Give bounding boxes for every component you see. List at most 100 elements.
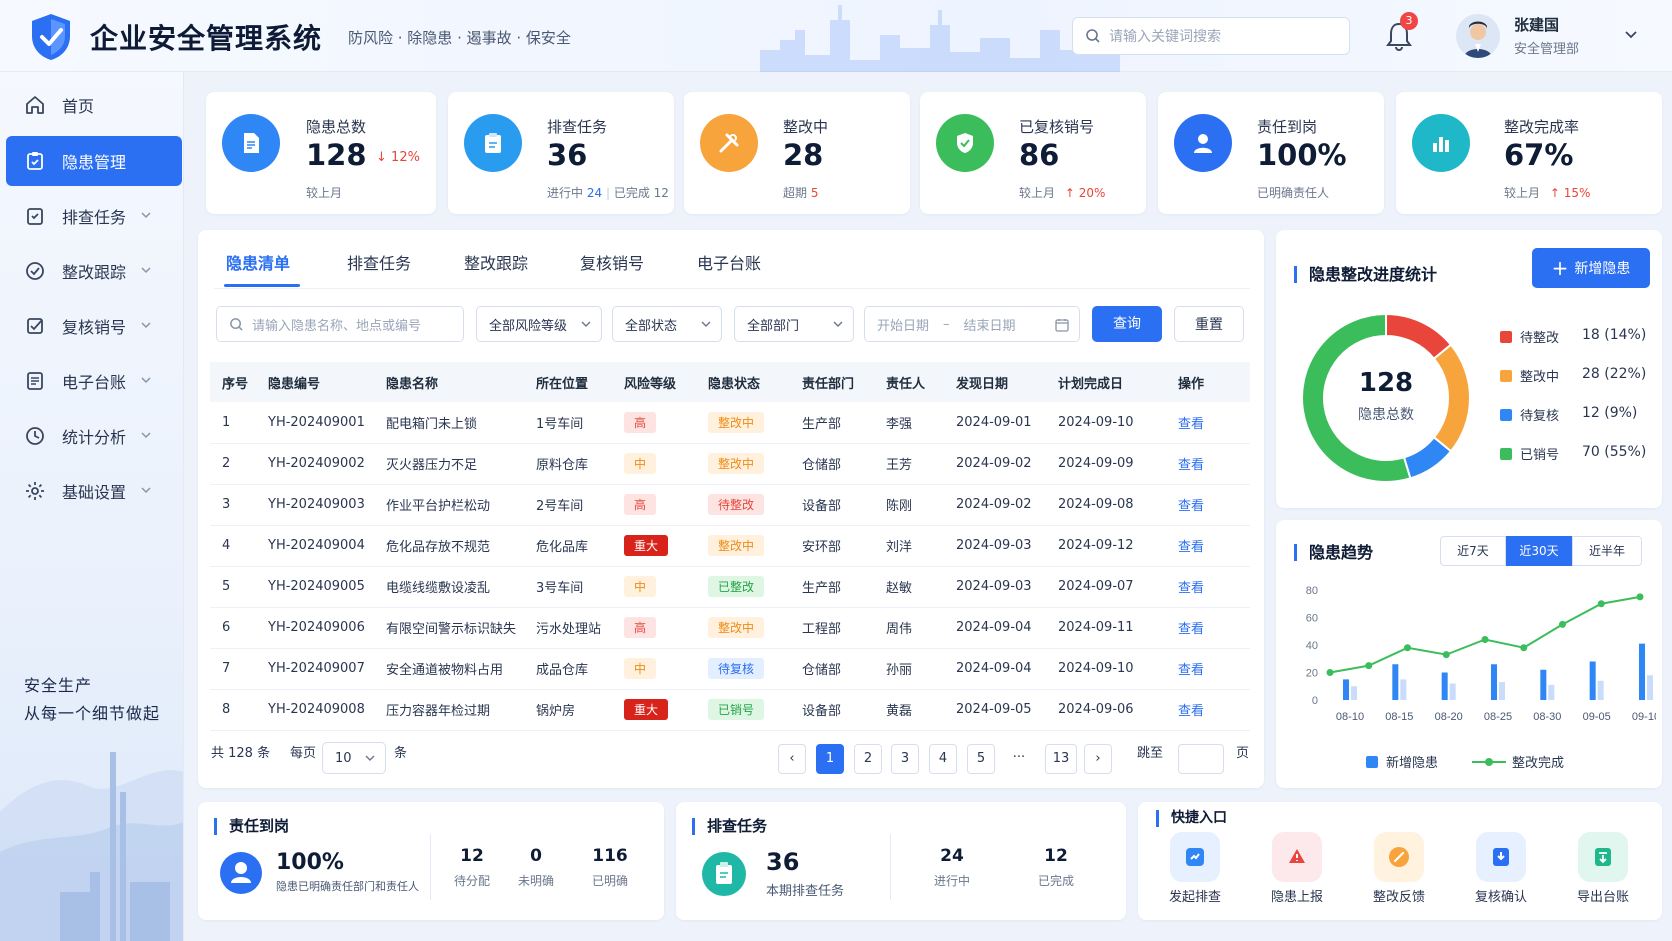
stat-card-total-hazards[interactable]: 隐患总数 128 ↓ 12% 较上月 [206,92,436,214]
next-page-button[interactable]: › [1084,744,1112,774]
range-30d-button[interactable]: 近30天 [1506,536,1572,566]
sidebar-item-rectification-tracking[interactable]: 整改跟踪 [6,246,182,296]
gear-icon [26,482,44,500]
risk-level-tag: 高 [624,617,657,638]
range-7d-button[interactable]: 近7天 [1440,536,1506,566]
trend-chart: 0 20 40 60 80 08-10 08-15 08-20 08-25 08-30 09-05 0… [1306,585,1656,723]
divider [430,834,431,900]
table-row[interactable]: 6 YH-202409006 有限空间警示标识缺失 污水处理站高整改中 工程部 周伟 202… [210,607,1250,649]
end-date-placeholder: 结束日期 [963,318,1016,334]
table-cell-status: 整改中 [696,525,790,567]
page-button[interactable]: 3 [891,744,919,774]
stat-sub-label: 进行中 [547,186,584,200]
view-link[interactable]: 查看 [1178,499,1204,514]
bar-new-hazard-secondary [1449,683,1456,700]
y-tick-label: 80 [1306,585,1318,597]
sidebar-item-electronic-ledger[interactable]: 电子台账 [6,356,182,406]
sidebar-item-review-closure[interactable]: 复核销号 [6,301,182,351]
page-button[interactable]: 4 [929,744,957,774]
view-link[interactable]: 查看 [1178,417,1204,432]
bar-new-hazard [1491,664,1497,700]
per-page-select[interactable]: 10 [322,742,386,774]
page-button[interactable]: 13 [1045,744,1077,774]
table-cell-no: 3 [210,484,256,526]
stat-card-duty-assigned[interactable]: 责任到岗 100% 已明确责任人 [1158,92,1384,214]
quick-start-inspection-button[interactable] [1170,832,1220,882]
x-tick-label: 08-20 [1435,711,1463,723]
view-link[interactable]: 查看 [1178,581,1204,596]
quick-feedback-button[interactable] [1374,832,1424,882]
stat-sub: 超期 5 [783,184,818,201]
view-link[interactable]: 查看 [1178,704,1204,719]
table-row[interactable]: 7 YH-202409007 安全通道被物料占用 成品仓库中待复核 仓储部 孙丽 2024-… [210,648,1250,690]
status-select[interactable]: 全部状态 [612,306,722,342]
department-select[interactable]: 全部部门 [734,306,854,342]
table-cell-status: 整改中 [696,443,790,485]
duty-value: 100% [276,850,344,875]
progress-donut-chart [1301,312,1471,483]
global-search-input[interactable]: 请输入关键词搜索 [1072,17,1350,55]
table-cell-due: 2024-09-07 [1046,566,1166,608]
page-button[interactable]: 5 [967,744,995,774]
table-row[interactable]: 8 YH-202409008 压力容器年检过期 锅炉房 重大 已销号 设备部 黄磊 2024-0… [210,689,1250,731]
table-row[interactable]: 3 YH-202409003 作业平台护栏松动 2号车间高待整改 设备部 陈刚 2024-0… [210,484,1250,526]
sidebar-item-home[interactable]: 首页 [6,80,182,130]
donut-center-value: 128 [1358,368,1414,398]
table-cell-status: 整改中 [696,607,790,649]
view-link[interactable]: 查看 [1178,540,1204,555]
sidebar-item-label: 电子台账 [62,373,127,392]
user-avatar[interactable] [1456,14,1500,58]
tab-inspection-tasks[interactable]: 排查任务 [347,250,411,274]
risk-level-tag: 高 [624,411,657,433]
tab-hazard-list[interactable]: 隐患清单 [226,250,290,274]
sidebar-item-hazard-management[interactable]: 隐患管理 [6,136,182,186]
tab-rectification-tracking[interactable]: 整改跟踪 [464,250,528,274]
chevron-down-icon[interactable] [1624,28,1638,42]
duty-stat-label: 未明确 [517,874,554,888]
inspection-value: 36 [766,848,800,876]
page-button[interactable]: 2 [854,744,882,774]
stat-change: ↓ 12% [376,150,420,165]
tab-electronic-ledger[interactable]: 电子台账 [697,250,761,274]
quick-report-hazard-button[interactable] [1272,832,1322,882]
home-icon [26,96,44,114]
add-hazard-button[interactable]: + 新增隐患 [1532,248,1650,288]
x-tick-label: 09-10 [1632,711,1656,723]
stat-value: 28 [783,138,824,172]
date-range-picker[interactable]: 开始日期 – 结束日期 [864,306,1080,342]
prev-page-button[interactable]: ‹ [778,744,806,774]
view-link[interactable]: 查看 [1178,663,1204,678]
query-button[interactable]: 查询 [1092,306,1162,342]
view-link[interactable]: 查看 [1178,622,1204,637]
status-tag: 待复核 [708,658,765,679]
page-unit-label: 页 [1236,746,1250,761]
table-row[interactable]: 4 YH-202409004 危化品存放不规范 危化品库 重大 整改中 安环部 刘洋 2024-… [210,525,1250,567]
sidebar-item-basic-settings[interactable]: 基础设置 [6,466,182,516]
view-link[interactable]: 查看 [1178,458,1204,473]
quick-review-confirm-button[interactable] [1476,832,1526,882]
range-half-year-button[interactable]: 近半年 [1572,536,1642,566]
sidebar-item-label: 统计分析 [62,428,127,447]
table-row[interactable]: 5 YH-202409005 电缆线缆敷设凌乱 3号车间中已整改 生产部 赵敏 2024-0… [210,566,1250,608]
page-button[interactable]: 1 [816,744,844,774]
stat-icon-bg [464,114,522,172]
stat-card-closed[interactable]: 已复核销号 86 较上月 ↑ 20% [920,92,1146,214]
stat-card-rectifying[interactable]: 整改中 28 超期 5 [684,92,910,214]
table-row[interactable]: 1 YH-202409001 配电箱门未上锁 1号车间高整改中 生产部 李强 2024-09… [210,402,1250,444]
stat-label: 隐患总数 [306,118,367,136]
quick-export-ledger-button[interactable] [1578,832,1628,882]
sidebar-item-inspection-tasks[interactable]: 排查任务 [6,191,182,241]
risk-level-select[interactable]: 全部风险等级 [476,306,602,342]
sidebar-item-statistics[interactable]: 统计分析 [6,411,182,461]
stat-card-inspection-tasks[interactable]: 排查任务 36 进行中 24 | 已完成 12 [448,92,674,214]
hazard-search-input[interactable]: 请输入隐患名称、地点或编号 [216,306,464,342]
status-tag: 整改中 [708,535,765,556]
stat-card-completion-rate[interactable]: 整改完成率 67% 较上月 ↑ 15% [1396,92,1662,214]
reset-button[interactable]: 重置 [1174,306,1244,342]
chevron-down-icon [365,755,375,761]
inspection-stat-ongoing: 24 进行中 [916,846,988,889]
table-row[interactable]: 2 YH-202409002 灭火器压力不足 原料仓库中整改中 仓储部 王芳 2024-09… [210,443,1250,485]
tab-review-closure[interactable]: 复核销号 [580,250,644,274]
jump-page-input[interactable] [1178,744,1224,774]
trend-down-icon: ↓ [376,150,387,165]
